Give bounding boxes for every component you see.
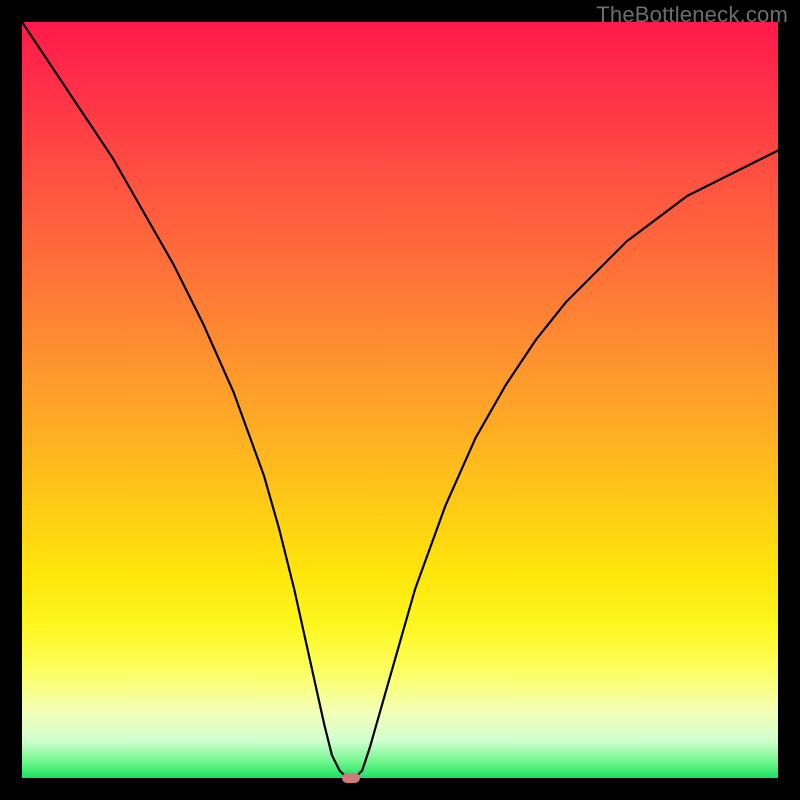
chart-stage: TheBottleneck.com xyxy=(0,0,800,800)
curve-layer xyxy=(22,22,778,778)
minimum-marker xyxy=(342,773,360,783)
plot-area xyxy=(22,22,778,778)
watermark-text: TheBottleneck.com xyxy=(596,2,788,28)
bottleneck-curve xyxy=(22,22,778,778)
